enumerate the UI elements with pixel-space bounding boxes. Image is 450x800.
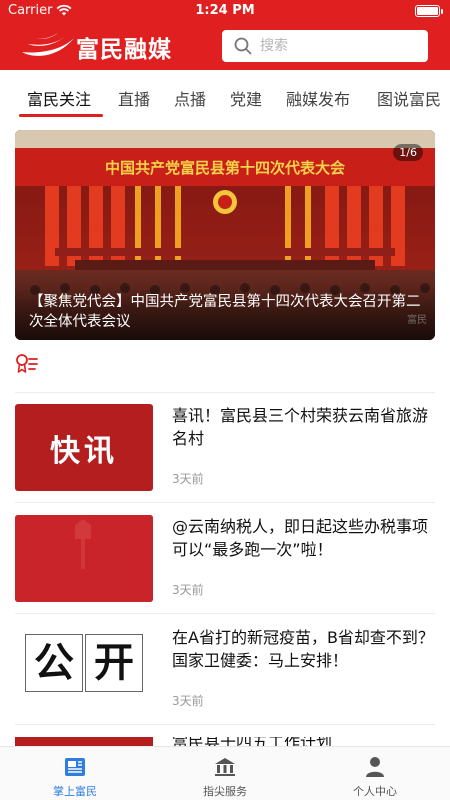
thumb-text: 快讯 xyxy=(50,434,118,469)
tab-label: 指尖服务 xyxy=(203,785,247,798)
featured-banner[interactable]: 中国共产党富民县第十四次代表大会 1/6 富民 【聚焦党代会】中国共产党富民县第… xyxy=(15,130,435,340)
news-title: 喜讯！富民县三个村荣获云南省旅游名村 xyxy=(172,406,429,448)
status-bar: Carrier 1:24 PM xyxy=(0,0,450,22)
tab-live[interactable]: 直播 xyxy=(118,86,150,110)
banner-caption: 【聚焦党代会】中国共产党富民县第十四次代表大会召开第二次全体代表会议 xyxy=(15,284,435,340)
news-time: 3天前 xyxy=(172,583,204,597)
logo-swoosh-icon xyxy=(22,33,74,56)
search-box[interactable] xyxy=(222,30,428,62)
news-title: @云南纳税人，即日起这些办税事项可以“最多跑一次”啦！ xyxy=(172,517,429,559)
newspaper-icon xyxy=(65,758,85,776)
brand-name: 富民融媒 xyxy=(76,37,172,63)
tab-picture-fumin[interactable]: 图说富民 xyxy=(377,86,441,110)
banner-stage-title: 中国共产党富民县第十四次代表大会 xyxy=(105,159,345,177)
battery-icon xyxy=(415,5,443,17)
search-icon xyxy=(234,37,252,55)
tab-label: 个人中心 xyxy=(353,785,397,798)
news-item[interactable]: 公 开 在A省打的新冠疫苗，B省却查不到？国家卫健委：马上安排！ 3天前 xyxy=(15,614,435,724)
news-time: 3天前 xyxy=(172,472,204,486)
clock: 1:24 PM xyxy=(195,3,255,18)
search-input[interactable] xyxy=(260,34,420,58)
tab-fumin-focus[interactable]: 富民关注 xyxy=(27,86,91,110)
thumb-char: 公 xyxy=(25,634,83,692)
bottom-tab-bar: 掌上富民 指尖服务 个人中心 xyxy=(0,746,450,800)
tab-party-building[interactable]: 党建 xyxy=(230,86,262,110)
active-tab-indicator xyxy=(19,114,103,117)
slide-counter: 1/6 xyxy=(393,144,423,161)
news-item[interactable]: @云南纳税人，即日起这些办税事项可以“最多跑一次”啦！ 3天前 xyxy=(15,503,435,613)
thumb-char: 开 xyxy=(85,634,143,692)
app-logo: 富民融媒 xyxy=(20,26,190,66)
tab-vod[interactable]: 点播 xyxy=(174,86,206,110)
tab-services[interactable]: 指尖服务 xyxy=(150,747,300,800)
tab-label: 掌上富民 xyxy=(53,785,97,798)
news-thumbnail: 快讯 xyxy=(15,404,153,491)
news-item[interactable]: 快讯 喜讯！富民县三个村荣获云南省旅游名村 3天前 xyxy=(15,392,435,502)
news-time: 3天前 xyxy=(172,694,204,708)
tab-profile[interactable]: 个人中心 xyxy=(300,747,450,800)
tab-home[interactable]: 掌上富民 xyxy=(0,747,150,800)
news-thumbnail xyxy=(15,515,153,602)
category-tabs: 富民关注 直播 点播 党建 融媒发布 图说富民 xyxy=(0,80,450,120)
thumb-graphic xyxy=(15,515,153,602)
ribbon-list-icon xyxy=(16,354,38,373)
person-icon xyxy=(366,757,384,777)
app-header: Carrier 1:24 PM 富民融媒 xyxy=(0,0,450,70)
bank-icon xyxy=(215,758,235,776)
divider xyxy=(15,724,435,725)
news-title: 在A省打的新冠疫苗，B省却查不到？国家卫健委：马上安排！ xyxy=(172,628,434,670)
tab-media-release[interactable]: 融媒发布 xyxy=(286,86,350,110)
news-thumbnail: 公 开 xyxy=(15,626,153,713)
